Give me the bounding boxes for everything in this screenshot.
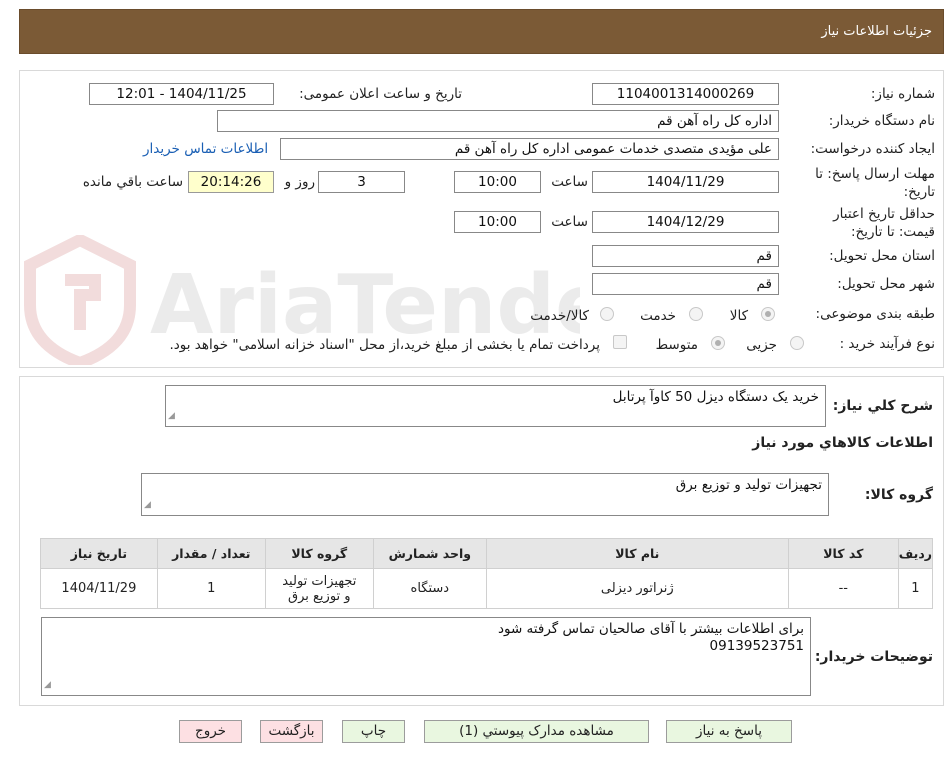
- cell-row-number: 1: [897, 568, 934, 609]
- province-label: استان محل تحویل:: [829, 248, 935, 264]
- validity-time-field: 10:00: [454, 211, 541, 233]
- buyer-org-label: نام دستگاه خریدار:: [828, 113, 935, 129]
- page-header: جزئیات اطلاعات نیاز: [19, 9, 944, 54]
- remaining-time-field: 20:14:26: [188, 171, 274, 193]
- process-option-minor: جزیی: [746, 337, 777, 353]
- deadline-label-line2: تاریخ:: [903, 184, 935, 200]
- col-unit: واحد شمارش: [372, 538, 487, 569]
- announce-date-field: 1404/11/25 - 12:01: [89, 83, 274, 105]
- summary-textarea: خرید یک دستگاه دیزل 50 کاوآ پرتابل ◢: [165, 385, 826, 427]
- creator-label: ایجاد کننده درخواست:: [810, 141, 935, 157]
- cell-unit: دستگاه: [372, 568, 487, 609]
- reply-button[interactable]: پاسخ به نياز: [666, 720, 792, 743]
- days-word: روز و: [284, 174, 315, 190]
- cell-goods-code: --: [787, 568, 899, 609]
- creator-field: علی مؤیدی متصدی خدمات عمومی اداره کل راه…: [280, 138, 779, 160]
- shield-logo-icon: [24, 235, 136, 365]
- city-label: شهر محل تحویل:: [837, 276, 935, 292]
- validity-label-line2: قیمت: تا تاریخ:: [851, 224, 935, 240]
- days-remaining-field: 3: [318, 171, 405, 193]
- category-radio-goods[interactable]: [761, 307, 775, 321]
- col-goods-name: نام کالا: [485, 538, 789, 569]
- col-goods-code: کد کالا: [787, 538, 899, 569]
- page-title: جزئیات اطلاعات نیاز: [821, 24, 932, 39]
- buyer-contact-link[interactable]: اطلاعات تماس خریدار: [143, 141, 268, 157]
- need-number-label: شماره نیاز:: [870, 86, 935, 102]
- treasury-payment-note: پرداخت تمام یا بخشی از مبلغ خرید،از محل …: [169, 337, 600, 353]
- print-button[interactable]: چاپ: [342, 720, 405, 743]
- province-field: قم: [592, 245, 779, 267]
- goods-group-textarea: تجهیزات تولید و توزیع برق ◢: [141, 473, 829, 516]
- buyer-notes-line2: 09139523751: [709, 638, 804, 654]
- buyer-notes-textarea: برای اطلاعات بیشتر با آقای صالحیان تماس …: [41, 617, 811, 696]
- cell-goods-name: ژنراتور دیزلی: [485, 568, 789, 609]
- validity-label-line1: حداقل تاریخ اعتبار: [833, 206, 935, 222]
- cell-goods-group: تجهیزات تولید و توزیع برق: [264, 568, 374, 609]
- deadline-date-field: 1404/11/29: [592, 171, 779, 193]
- treasury-payment-checkbox[interactable]: [613, 335, 627, 349]
- category-option-goods: کالا: [729, 308, 748, 324]
- cell-need-date: 1404/11/29: [40, 568, 158, 609]
- process-option-medium: متوسط: [655, 337, 698, 353]
- validity-time-word: ساعت: [551, 214, 588, 230]
- col-need-date: تاریخ نیاز: [40, 538, 158, 569]
- category-option-goods-service: کالا/خدمت: [530, 308, 589, 324]
- goods-section-title: اطلاعات کالاهاي مورد نياز: [752, 435, 933, 451]
- validity-date-field: 1404/12/29: [592, 211, 779, 233]
- buyer-notes-line1: برای اطلاعات بیشتر با آقای صالحیان تماس …: [497, 621, 804, 637]
- deadline-label-line1: مهلت ارسال پاسخ: تا: [815, 166, 935, 182]
- category-radio-service[interactable]: [689, 307, 703, 321]
- announce-date-label: تاریخ و ساعت اعلان عمومی:: [299, 86, 462, 102]
- need-number-field: 1104001314000269: [592, 83, 779, 105]
- goods-table: رديف کد کالا نام کالا واحد شمارش گروه کا…: [40, 538, 934, 609]
- col-quantity: تعداد / مقدار: [156, 538, 266, 569]
- cell-quantity: 1: [156, 568, 266, 609]
- col-goods-group: گروه کالا: [264, 538, 374, 569]
- city-field: قم: [592, 273, 779, 295]
- buyer-org-field: اداره کل راه آهن قم: [217, 110, 779, 132]
- resize-grip-icon: ◢: [144, 500, 151, 510]
- category-option-service: خدمت: [640, 308, 676, 324]
- buyer-notes-label: توضیحات خریدار:: [814, 649, 933, 665]
- process-radio-minor[interactable]: [790, 336, 804, 350]
- summary-label: شرح کلي نياز:: [832, 398, 933, 414]
- category-label: طبقه بندی موضوعی:: [815, 306, 935, 322]
- goods-group-text: تجهیزات تولید و توزیع برق: [675, 477, 822, 493]
- back-button[interactable]: بازگشت: [260, 720, 323, 743]
- process-radio-medium[interactable]: [711, 336, 725, 350]
- resize-grip-icon: ◢: [44, 680, 51, 690]
- view-attachments-button[interactable]: مشاهده مدارک پيوستي (1): [424, 720, 649, 743]
- category-radio-goods-service[interactable]: [600, 307, 614, 321]
- goods-group-label: گروه کالا:: [864, 487, 933, 503]
- remaining-time-word: ساعت باقي مانده: [82, 174, 183, 190]
- col-row-number: رديف: [897, 538, 934, 569]
- process-label: نوع فرآیند خرید :: [839, 336, 935, 352]
- summary-text: خرید یک دستگاه دیزل 50 کاوآ پرتابل: [612, 389, 819, 405]
- exit-button[interactable]: خروج: [179, 720, 242, 743]
- table-row: 1 -- ژنراتور دیزلی دستگاه تجهیزات تولید …: [40, 568, 934, 609]
- table-header-row: رديف کد کالا نام کالا واحد شمارش گروه کا…: [40, 538, 934, 569]
- deadline-time-field: 10:00: [454, 171, 541, 193]
- deadline-time-word: ساعت: [551, 174, 588, 190]
- resize-grip-icon: ◢: [168, 411, 175, 421]
